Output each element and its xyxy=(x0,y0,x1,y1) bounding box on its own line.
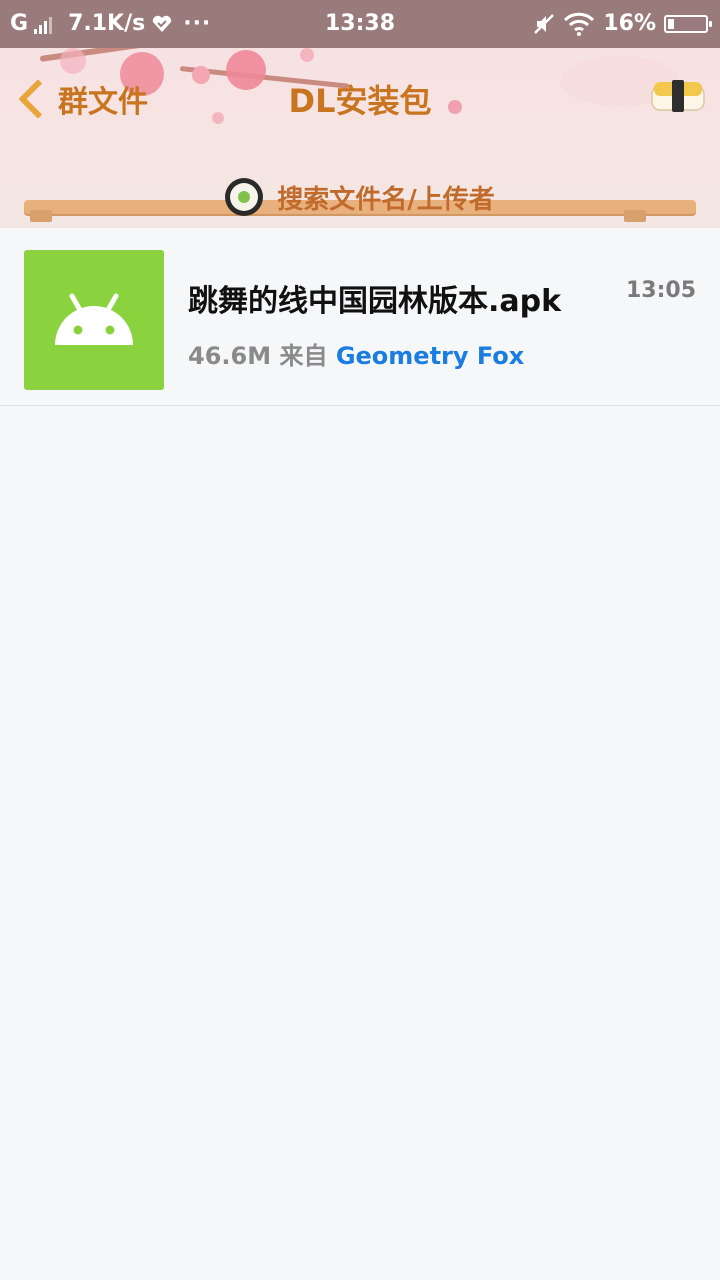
vpn-heart-icon xyxy=(153,15,172,32)
battery-percent: 16% xyxy=(603,11,656,36)
file-list: 跳舞的线中国园林版本.apk 13:05 46.6M 来自 Geometry F… xyxy=(0,228,720,406)
carrier-text: G xyxy=(10,11,29,36)
header: 群文件 DL安装包 搜索文件名/上传者 xyxy=(0,48,720,228)
file-meta: 46.6M 来自 Geometry Fox xyxy=(188,336,524,371)
status-left: G 7.1K/s ··· xyxy=(10,0,211,48)
from-label: 来自 xyxy=(279,342,328,370)
wifi-icon xyxy=(564,12,595,36)
battery-icon xyxy=(664,15,712,33)
decor-blossom xyxy=(300,48,314,62)
file-row[interactable]: 跳舞的线中国园林版本.apk 13:05 46.6M 来自 Geometry F… xyxy=(0,228,720,406)
net-speed: 7.1K/s xyxy=(68,11,146,36)
file-time: 13:05 xyxy=(625,278,696,303)
uploader-link[interactable]: Geometry Fox xyxy=(336,342,524,370)
search-placeholder: 搜索文件名/上传者 xyxy=(277,184,495,215)
sushi-roll-icon xyxy=(225,178,264,216)
search-input[interactable]: 搜索文件名/上传者 xyxy=(24,178,696,216)
file-size: 46.6M xyxy=(188,342,272,370)
sushi-menu-icon[interactable] xyxy=(650,78,706,114)
more-notifications: ··· xyxy=(183,11,212,36)
decor-blossom xyxy=(60,48,86,74)
android-icon xyxy=(24,250,164,390)
clock: 13:38 xyxy=(324,11,396,36)
page-title: DL安装包 xyxy=(288,82,432,120)
signal-icon xyxy=(34,14,53,34)
status-right: 16% xyxy=(533,0,712,48)
file-name: 跳舞的线中国园林版本.apk xyxy=(188,284,562,319)
android-robot-icon xyxy=(55,293,133,345)
search-bar[interactable]: 搜索文件名/上传者 xyxy=(24,172,696,224)
status-bar: G 7.1K/s ··· 13:38 16% xyxy=(0,0,720,48)
mute-icon xyxy=(534,14,555,34)
